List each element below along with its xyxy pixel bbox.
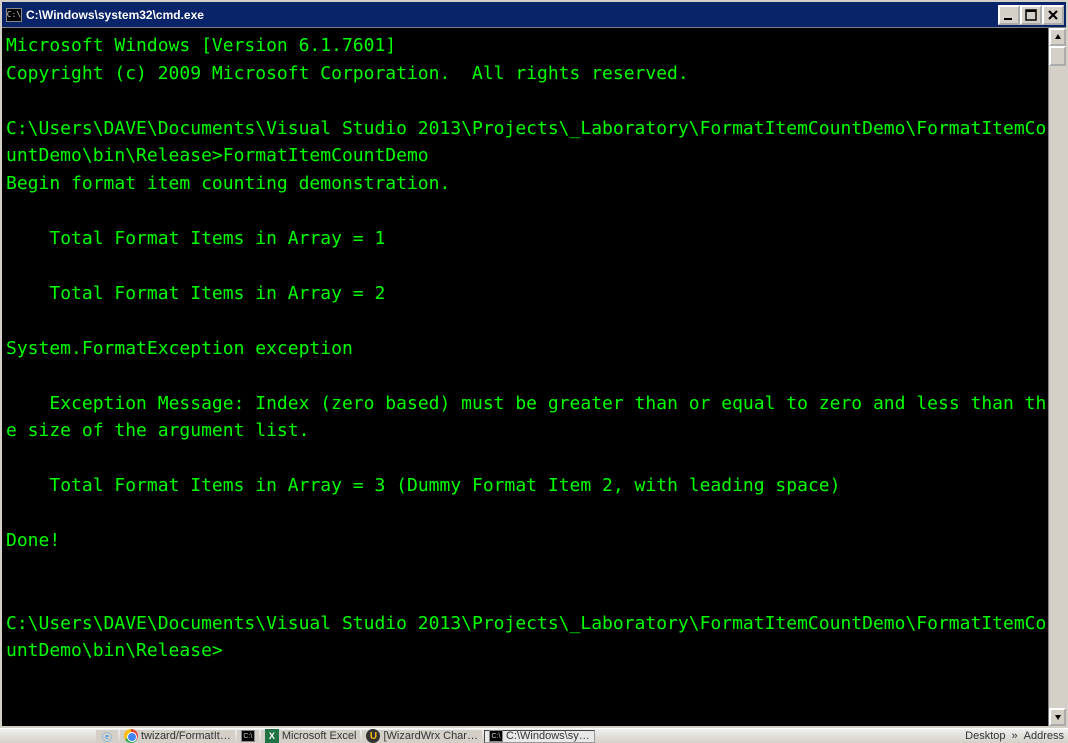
console-line: C:\Users\DAVE\Documents\Visual Studio 20…: [6, 118, 1046, 167]
cmd-icon: C:\: [489, 729, 503, 743]
console-area: Microsoft Windows [Version 6.1.7601] Cop…: [2, 28, 1066, 726]
console-line: Done!: [6, 530, 60, 551]
scroll-track[interactable]: [1049, 46, 1066, 708]
u-icon: U: [366, 729, 380, 743]
vertical-scrollbar[interactable]: [1048, 28, 1066, 726]
console-line: Total Format Items in Array = 1: [6, 228, 385, 249]
taskbar-label: C:\Windows\sy…: [506, 730, 590, 742]
console-line: Copyright (c) 2009 Microsoft Corporation…: [6, 63, 689, 84]
scroll-up-button[interactable]: [1049, 28, 1066, 46]
taskbar-item-wizard[interactable]: U [WizardWrx Char…: [362, 730, 482, 743]
cmd-window: C:\ C:\Windows\system32\cmd.exe Microsof…: [0, 0, 1068, 728]
taskbar-label: [WizardWrx Char…: [383, 730, 478, 742]
scroll-down-button[interactable]: [1049, 708, 1066, 726]
taskbar-item-cmd1[interactable]: C:\: [237, 730, 259, 743]
scroll-thumb[interactable]: [1049, 46, 1066, 66]
chevron-right-icon[interactable]: »: [1012, 730, 1018, 742]
console-line: Total Format Items in Array = 3 (Dummy F…: [6, 475, 840, 496]
titlebar[interactable]: C:\ C:\Windows\system32\cmd.exe: [2, 2, 1066, 28]
taskbar-item-ie[interactable]: ⓔ: [96, 730, 118, 743]
chrome-icon: [124, 729, 138, 743]
minimize-button[interactable]: [998, 5, 1020, 25]
console-line: Begin format item counting demonstration…: [6, 173, 450, 194]
taskbar-right: Desktop » Address: [965, 730, 1064, 742]
desktop-label[interactable]: Desktop: [965, 730, 1005, 742]
console-line: Total Format Items in Array = 2: [6, 283, 385, 304]
console-output[interactable]: Microsoft Windows [Version 6.1.7601] Cop…: [2, 28, 1048, 726]
close-button[interactable]: [1042, 5, 1064, 25]
cmd-icon: C:\: [241, 729, 255, 743]
console-line: Microsoft Windows [Version 6.1.7601]: [6, 35, 396, 56]
address-label: Address: [1024, 730, 1064, 742]
taskbar-item-chrome[interactable]: twizard/FormatIt…: [120, 730, 235, 743]
taskbar-item-cmd-active[interactable]: C:\ C:\Windows\sy…: [484, 730, 595, 743]
taskbar-item-excel[interactable]: X Microsoft Excel: [261, 730, 361, 743]
taskbar-label: Microsoft Excel: [282, 730, 357, 742]
console-line: Exception Message: Index (zero based) mu…: [6, 393, 1046, 442]
console-line: C:\Users\DAVE\Documents\Visual Studio 20…: [6, 613, 1046, 662]
cmd-app-icon: C:\: [6, 8, 22, 22]
taskbar-label: twizard/FormatIt…: [141, 730, 231, 742]
taskbar[interactable]: ⓔ twizard/FormatIt… C:\ X Microsoft Exce…: [0, 728, 1068, 743]
excel-icon: X: [265, 729, 279, 743]
console-line: System.FormatException exception: [6, 338, 353, 359]
window-controls: [998, 5, 1064, 25]
titlebar-left: C:\ C:\Windows\system32\cmd.exe: [6, 8, 204, 22]
maximize-button[interactable]: [1020, 5, 1042, 25]
window-title: C:\Windows\system32\cmd.exe: [26, 8, 204, 22]
ie-icon: ⓔ: [100, 729, 114, 743]
